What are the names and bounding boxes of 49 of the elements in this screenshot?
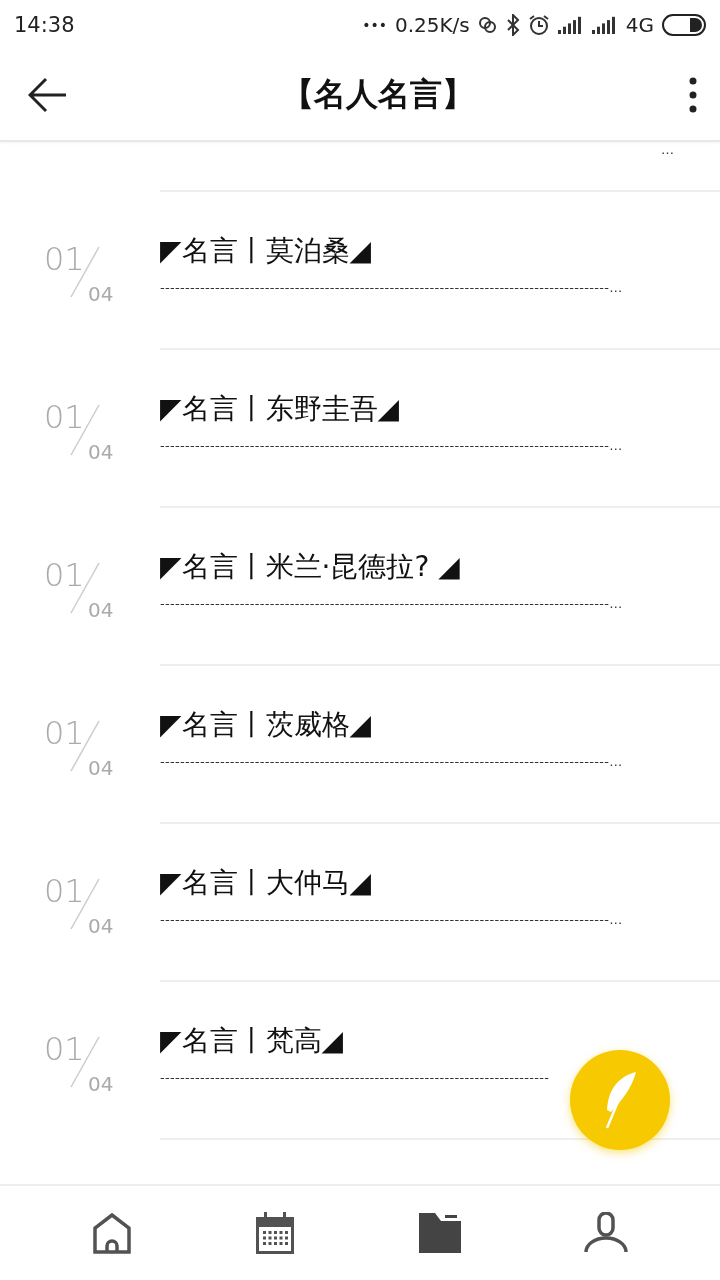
excerpt-text: … [661, 142, 674, 157]
total-number: 04 [88, 1072, 114, 1096]
excerpt-text: ------------------------------------------------------------------------------------------… [160, 596, 624, 611]
quote-title: ◤名言丨梵高◢ [160, 1023, 345, 1059]
quote-item[interactable]: 01 04 ◤名言丨大仲马◢ ------------------------------------------------------------------------------------------… [0, 824, 720, 982]
home-icon [91, 1212, 132, 1254]
total-number: 04 [88, 440, 114, 464]
quote-item[interactable]: 01 04 ◤名言丨米兰·昆德拉? ◢ ------------------------------------------------------------------------------------------… [0, 508, 720, 666]
folder-icon [418, 1213, 461, 1253]
bluetooth-icon [505, 14, 520, 36]
quote-title: ◤名言丨米兰·昆德拉? ◢ [160, 549, 461, 585]
total-number: 04 [88, 598, 114, 622]
excerpt-text: ------------------------------------------------------------------------------------------… [160, 912, 624, 927]
quote-title: ◤名言丨莫泊桑◢ [160, 233, 373, 269]
quote-title: ◤名言丨茨威格◢ [160, 707, 373, 743]
total-number: 04 [88, 756, 114, 780]
alarm-icon [527, 14, 550, 36]
index-number: 01 [44, 1030, 85, 1068]
signal-icon [557, 16, 584, 34]
back-arrow-icon [28, 77, 68, 113]
calendar-icon [255, 1212, 296, 1254]
excerpt-text: ------------------------------------------------------------------------------ [160, 1070, 551, 1085]
index-number: 01 [44, 556, 85, 594]
quote-item[interactable]: 01 04 ◤名言丨茨威格◢ ------------------------------------------------------------------------------------------… [0, 666, 720, 824]
person-icon [584, 1212, 629, 1254]
index-number: 01 [44, 240, 85, 278]
index-number: 01 [44, 398, 85, 436]
excerpt-text: ------------------------------------------------------------------------------------------… [160, 280, 624, 295]
quote-item[interactable]: 01 04 ◤名言丨莫泊桑◢ ------------------------------------------------------------------------------------------… [0, 192, 720, 350]
back-button[interactable] [28, 77, 68, 113]
page-title: 【名人名言】 [282, 74, 474, 115]
status-time: 14:38 [14, 13, 75, 37]
more-indicator: ••• [362, 17, 387, 33]
excerpt-text: ------------------------------------------------------------------------------------------… [160, 754, 624, 769]
signal-icon [591, 16, 618, 34]
total-number: 04 [88, 914, 114, 938]
quote-title: ◤名言丨大仲马◢ [160, 865, 373, 901]
index-number: 01 [44, 714, 85, 752]
index-number: 01 [44, 872, 85, 910]
quote-title: ◤名言丨东野圭吾◢ [160, 391, 401, 427]
more-vertical-icon [688, 77, 698, 113]
quote-item[interactable]: 01 04 ◤名言丨东野圭吾◢ ------------------------------------------------------------------------------------------… [0, 350, 720, 508]
total-number: 04 [88, 282, 114, 306]
link-icon [477, 15, 498, 35]
battery-icon [662, 14, 706, 36]
network-type: 4G [625, 13, 654, 37]
more-menu-button[interactable] [688, 77, 698, 113]
excerpt-text: ------------------------------------------------------------------------------------------… [160, 438, 624, 453]
network-speed: 0.25K/s [394, 13, 470, 37]
